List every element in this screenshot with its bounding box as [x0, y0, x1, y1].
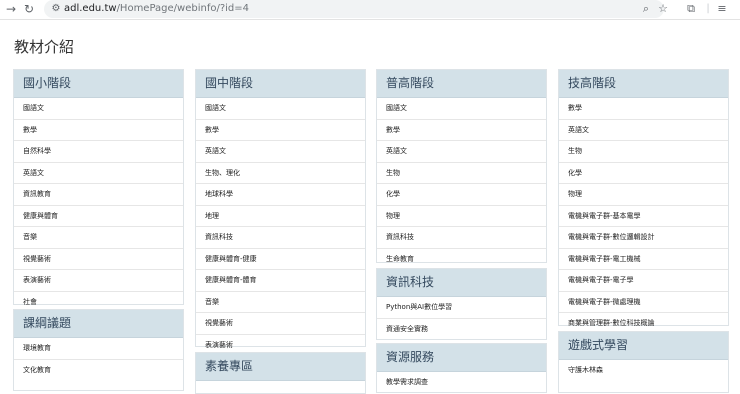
list-item[interactable]: 守護木林森	[559, 360, 728, 381]
list-item[interactable]: 音樂	[196, 292, 365, 313]
extensions-icon[interactable]: ⧉	[683, 1, 699, 17]
panel-game-learning: 遊戲式學習 守護木林森	[558, 331, 729, 393]
list-item[interactable]: Python與AI數位學習	[377, 297, 546, 319]
list-item[interactable]: 資訊科技	[377, 227, 546, 249]
panel-vocational-high: 技高階段 數學 英語文 生物 化學 物理 電機與電子群-基本電學 電機與電子群-…	[558, 69, 729, 327]
list-item[interactable]: 物理	[377, 206, 546, 227]
list-item[interactable]: 視覺藝術	[14, 249, 183, 270]
list-item[interactable]: 電機與電子群-基本電學	[559, 206, 728, 227]
list-item[interactable]: 化學	[559, 163, 728, 184]
panel-senior-high-title: 普高階段	[377, 70, 546, 98]
list-item[interactable]: 數學	[377, 120, 546, 141]
browser-toolbar: → ↻ ⚙ adl.edu.tw/HomePage/webinfo/?id=4 …	[0, 0, 740, 20]
list-item[interactable]: 健康與體育-體育	[196, 270, 365, 292]
list-item[interactable]: 電機與電子群-數位邏輯設計	[559, 227, 728, 249]
list-item[interactable]: 文化教育	[14, 360, 183, 381]
list-item[interactable]: 國語文	[14, 98, 183, 120]
list-item[interactable]: 國語文	[196, 98, 365, 120]
list-item[interactable]: 生物	[559, 141, 728, 163]
list-item[interactable]: 資訊科技	[196, 227, 365, 249]
panel-literacy: 素養專區	[195, 352, 366, 394]
list-item[interactable]: 教學需求調查	[377, 372, 546, 393]
list-item[interactable]: 生物	[377, 163, 546, 184]
list-item[interactable]: 環境教育	[14, 338, 183, 360]
list-item[interactable]: 數學	[196, 120, 365, 141]
panel-elementary: 國小階段 國語文 數學 自然科學 英語文 資訊教育 健康與體育 音樂 視覺藝術 …	[13, 69, 184, 306]
reload-icon[interactable]: ↻	[21, 1, 37, 17]
list-item[interactable]: 表演藝術	[14, 270, 183, 292]
zoom-icon[interactable]: ⌕	[638, 1, 654, 17]
list-item[interactable]: 數學	[559, 98, 728, 120]
list-item[interactable]: 國語文	[377, 98, 546, 120]
panel-game-learning-title: 遊戲式學習	[559, 332, 728, 360]
panel-info-tech-title: 資訊科技	[377, 269, 546, 297]
list-item[interactable]: 電機與電子群-電子學	[559, 270, 728, 292]
panel-vocational-high-title: 技高階段	[559, 70, 728, 98]
list-item[interactable]: 電機與電子群-電工機械	[559, 249, 728, 270]
panel-literacy-title: 素養專區	[196, 353, 365, 381]
panel-resource-services: 資源服務 教學需求調查	[376, 343, 547, 393]
panel-resource-services-title: 資源服務	[377, 344, 546, 372]
list-item[interactable]: 英語文	[196, 141, 365, 163]
page-title: 教材介紹	[14, 38, 75, 56]
url-text[interactable]: adl.edu.tw/HomePage/webinfo/?id=4	[64, 2, 249, 16]
list-item[interactable]: 健康與體育-健康	[196, 249, 365, 270]
list-item[interactable]: 資訊教育	[14, 184, 183, 206]
panel-curriculum-issues-title: 課綱議題	[14, 310, 183, 338]
list-item[interactable]: 數學	[14, 120, 183, 141]
list-item[interactable]: 視覺藝術	[196, 313, 365, 335]
forward-arrow-icon[interactable]: →	[3, 1, 19, 17]
list-item[interactable]: 生命教育	[377, 249, 546, 270]
panel-info-tech: 資訊科技 Python與AI數位學習 資通安全實務	[376, 268, 547, 340]
bookmark-star-icon[interactable]: ☆	[655, 1, 671, 17]
list-item[interactable]: 地理	[196, 206, 365, 227]
panel-junior-high-title: 國中階段	[196, 70, 365, 98]
list-item[interactable]: 自然科學	[14, 141, 183, 163]
list-item[interactable]: 化學	[377, 184, 546, 206]
list-item[interactable]: 健康與體育	[14, 206, 183, 227]
list-item[interactable]: 英語文	[559, 120, 728, 141]
list-item[interactable]: 物理	[559, 184, 728, 206]
panel-senior-high: 普高階段 國語文 數學 英語文 生物 化學 物理 資訊科技 生命教育	[376, 69, 547, 263]
list-item[interactable]: 英語文	[14, 163, 183, 184]
panel-curriculum-issues: 課綱議題 環境教育 文化教育	[13, 309, 184, 391]
list-item[interactable]: 電機與電子群-微處理機	[559, 292, 728, 313]
list-item[interactable]: 地球科學	[196, 184, 365, 206]
list-item[interactable]: 音樂	[14, 227, 183, 249]
media-queue-icon[interactable]: ≡	[714, 1, 730, 17]
panel-junior-high: 國中階段 國語文 數學 英語文 生物、理化 地球科學 地理 資訊科技 健康與體育…	[195, 69, 366, 349]
panel-elementary-title: 國小階段	[14, 70, 183, 98]
site-info-icon[interactable]: ⚙	[48, 1, 64, 17]
list-item[interactable]: 英語文	[377, 141, 546, 163]
list-item[interactable]: 生物、理化	[196, 163, 365, 184]
list-item[interactable]: 資通安全實務	[377, 319, 546, 340]
